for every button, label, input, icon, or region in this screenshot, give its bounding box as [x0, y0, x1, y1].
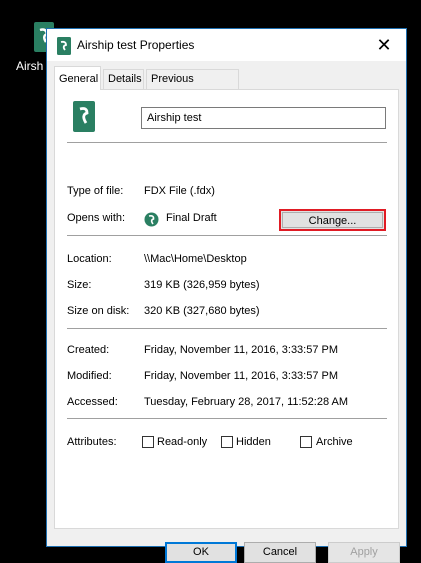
accessed-label: Accessed:	[67, 396, 118, 408]
general-tab-panel: Type of file: FDX File (.fdx) Opens with…	[54, 89, 399, 529]
modified-value: Friday, November 11, 2016, 3:33:57 PM	[144, 370, 339, 382]
separator	[67, 235, 387, 236]
apply-button[interactable]: Apply	[328, 542, 400, 563]
archive-checkbox[interactable]	[300, 436, 312, 448]
close-icon: ✕	[376, 34, 392, 55]
hidden-checkbox[interactable]	[221, 436, 233, 448]
final-draft-file-icon-large	[73, 101, 95, 132]
archive-label[interactable]: Archive	[316, 436, 353, 448]
desktop-file-label: Airsh	[16, 59, 44, 73]
dialog-client-area: General Details Previous Versions Type o…	[47, 61, 406, 563]
properties-dialog: Airship test Properties ✕ General Detail…	[46, 28, 407, 563]
size-on-disk-value: 320 KB (327,680 bytes)	[144, 305, 260, 317]
read-only-checkbox[interactable]	[142, 436, 154, 448]
close-button[interactable]: ✕	[362, 29, 406, 61]
title-bar[interactable]: Airship test Properties ✕	[47, 29, 406, 61]
location-value: \\Mac\Home\Desktop	[144, 253, 247, 265]
opens-with-label: Opens with:	[67, 212, 126, 224]
created-value: Friday, November 11, 2016, 3:33:57 PM	[144, 344, 339, 356]
opens-with-value: Final Draft	[166, 212, 217, 224]
tab-details[interactable]: Details	[103, 69, 144, 89]
tab-general[interactable]: General	[54, 66, 101, 90]
accessed-value: Tuesday, February 28, 2017, 11:52:28 AM	[144, 396, 349, 408]
separator	[67, 328, 387, 329]
separator	[67, 142, 387, 143]
created-label: Created:	[67, 344, 110, 356]
type-of-file-value: FDX File (.fdx)	[144, 185, 215, 197]
attributes-label: Attributes:	[67, 436, 117, 448]
size-label: Size:	[67, 279, 92, 291]
type-of-file-label: Type of file:	[67, 185, 124, 197]
size-value: 319 KB (326,959 bytes)	[144, 279, 260, 291]
read-only-label[interactable]: Read-only	[157, 436, 207, 448]
window-title: Airship test Properties	[77, 38, 195, 52]
change-button-label: Change...	[282, 212, 383, 228]
final-draft-app-icon	[144, 212, 159, 227]
tab-previous-versions[interactable]: Previous Versions	[146, 69, 239, 104]
separator	[67, 418, 387, 419]
hidden-label[interactable]: Hidden	[236, 436, 271, 448]
cancel-button[interactable]: Cancel	[244, 542, 316, 563]
size-on-disk-label: Size on disk:	[67, 305, 130, 317]
ok-button[interactable]: OK	[165, 542, 237, 563]
final-draft-file-icon	[57, 37, 71, 55]
change-button[interactable]: Change...	[279, 209, 386, 231]
modified-label: Modified:	[67, 370, 112, 382]
location-label: Location:	[67, 253, 112, 265]
file-name-input[interactable]	[141, 107, 386, 129]
